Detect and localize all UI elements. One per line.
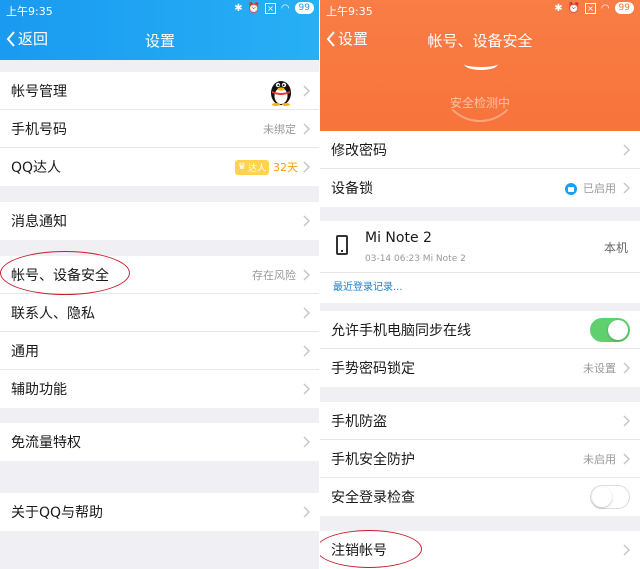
phone-icon: [336, 235, 348, 255]
wifi-icon: ◠: [280, 2, 290, 14]
battery-icon: 99: [614, 2, 634, 14]
row-anti-theft[interactable]: 手机防盗: [320, 402, 640, 440]
bluetooth-icon: ✱: [554, 2, 563, 14]
settings-screen: 上午9:35 ✱ ⏰ × ◠ 99 返回 设置 帐号管理 手机号码 未绑定 QQ…: [0, 0, 320, 569]
trophy-icon: ♛: [237, 162, 246, 172]
settings-row-phone-number[interactable]: 手机号码 未绑定: [0, 110, 320, 148]
row-change-password[interactable]: 修改密码: [320, 131, 640, 169]
gesture-lock-status: 未设置: [583, 362, 616, 375]
sync-online-toggle[interactable]: [590, 317, 630, 342]
settings-row-message-notification[interactable]: 消息通知: [0, 202, 320, 240]
wifi-icon: ◠: [600, 2, 610, 14]
notification-icon: ×: [265, 2, 276, 14]
settings-row-contacts-privacy[interactable]: 联系人、隐私: [0, 294, 320, 332]
chevron-right-icon: [303, 344, 311, 357]
account-security-screen: 安全检测中 上午9:35 ✱ ⏰ × ◠ 99 设置 帐号、设备安全 修改密码 …: [320, 0, 640, 569]
device-item[interactable]: Mi Note 2 03-14 06:23 Mi Note 2 本机: [320, 221, 640, 273]
daren-badge: ♛ 达人: [234, 159, 269, 175]
chevron-right-icon: [623, 362, 631, 374]
row-phone-protection[interactable]: 手机安全防护 未启用: [320, 440, 640, 478]
scan-status-text: 安全检测中: [449, 96, 510, 110]
chevron-right-icon: [623, 414, 631, 427]
device-lock-status: 已启用: [583, 182, 616, 195]
notification-icon: ×: [585, 2, 596, 14]
chevron-right-icon: [303, 84, 311, 97]
bluetooth-icon: ✱: [234, 2, 243, 14]
chevron-right-icon: [303, 383, 311, 395]
alarm-icon: ⏰: [567, 2, 581, 14]
device-list: Mi Note 2 03-14 06:23 Mi Note 2 本机 最近登录记…: [320, 221, 640, 303]
phone-protection-status: 未启用: [583, 452, 616, 466]
chevron-left-icon: [326, 30, 335, 47]
notification-group: 消息通知: [0, 202, 320, 240]
password-group: 修改密码 设备锁 已启用: [320, 131, 640, 207]
chevron-right-icon: [303, 161, 311, 173]
device-name: Mi Note 2: [365, 230, 432, 246]
status-time: 上午9:35: [326, 5, 373, 18]
qq-penguin-avatar-icon: [271, 81, 291, 106]
chevron-right-icon: [623, 182, 631, 194]
status-bar: 上午9:35 ✱ ⏰ × ◠ 99: [0, 0, 320, 20]
about-group: 关于QQ与帮助: [0, 493, 320, 531]
back-label: 设置: [338, 30, 369, 48]
row-cancel-account[interactable]: 注销帐号: [320, 531, 640, 569]
security-group: 帐号、设备安全 存在风险 联系人、隐私 通用 辅助功能: [0, 256, 320, 408]
row-device-lock[interactable]: 设备锁 已启用: [320, 169, 640, 207]
chevron-right-icon: [303, 436, 311, 448]
chevron-right-icon: [303, 268, 311, 281]
daren-days: 32天: [273, 161, 298, 174]
account-group: 帐号管理 手机号码 未绑定 QQ达人 ♛ 达人 32天: [0, 72, 320, 186]
settings-row-account-device-security[interactable]: 帐号、设备安全 存在风险: [0, 256, 320, 294]
back-label: 返回: [18, 30, 49, 48]
back-button[interactable]: 设置: [326, 28, 368, 49]
settings-row-free-data[interactable]: 免流量特权: [0, 423, 320, 461]
status-bar: 上午9:35 ✱ ⏰ × ◠ 99: [320, 0, 640, 20]
row-sync-online: 允许手机电脑同步在线: [320, 311, 640, 349]
status-time: 上午9:35: [6, 5, 53, 18]
recent-login-link[interactable]: 最近登录记录...: [320, 273, 640, 303]
chevron-right-icon: [623, 544, 631, 556]
chevron-right-icon: [623, 452, 631, 465]
settings-row-general[interactable]: 通用: [0, 332, 320, 370]
chevron-right-icon: [623, 143, 631, 156]
lock-icon: [565, 183, 577, 195]
login-check-toggle[interactable]: [590, 485, 630, 509]
battery-icon: 99: [294, 2, 314, 14]
device-login-time: 03-14 06:23 Mi Note 2: [365, 254, 466, 264]
free-data-group: 免流量特权: [0, 423, 320, 461]
settings-row-accessibility[interactable]: 辅助功能: [0, 370, 320, 408]
chevron-right-icon: [303, 306, 311, 319]
sync-group: 允许手机电脑同步在线 手势密码锁定 未设置: [320, 311, 640, 387]
settings-row-qq-daren[interactable]: QQ达人 ♛ 达人 32天: [0, 148, 320, 186]
smile-icon: [464, 58, 498, 70]
row-gesture-lock[interactable]: 手势密码锁定 未设置: [320, 349, 640, 387]
chevron-right-icon: [303, 506, 311, 518]
cancel-account-group: 注销帐号: [320, 531, 640, 569]
chevron-left-icon: [6, 30, 15, 47]
row-login-check: 安全登录检查: [320, 478, 640, 516]
protection-group: 手机防盗 手机安全防护 未启用 安全登录检查: [320, 402, 640, 516]
row-value: 未绑定: [263, 122, 296, 136]
settings-row-about-help[interactable]: 关于QQ与帮助: [0, 493, 320, 531]
current-device-label: 本机: [603, 241, 628, 255]
risk-status: 存在风险: [252, 268, 296, 282]
back-button[interactable]: 返回: [6, 28, 48, 49]
chevron-right-icon: [303, 122, 311, 135]
alarm-icon: ⏰: [247, 2, 261, 14]
chevron-right-icon: [303, 215, 311, 227]
settings-row-account-management[interactable]: 帐号管理: [0, 72, 320, 110]
